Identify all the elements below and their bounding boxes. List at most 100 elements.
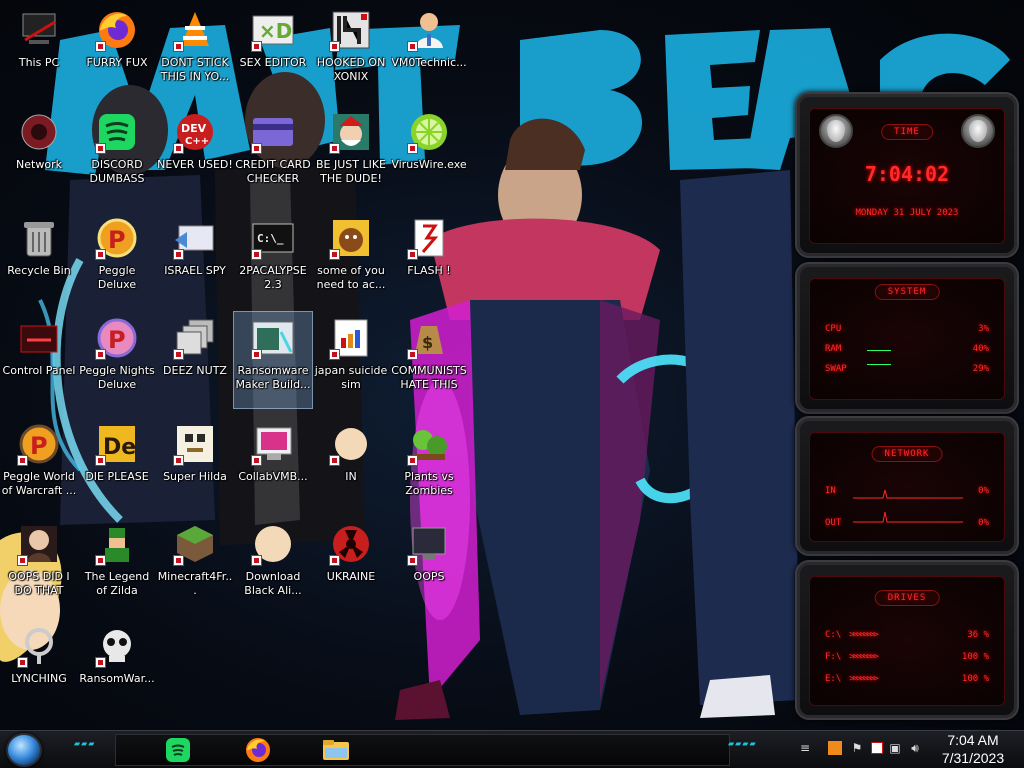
furry-fux-icon bbox=[95, 8, 139, 52]
shortcut-arrow-icon bbox=[407, 41, 418, 52]
desktop-icon-label: This PC bbox=[18, 56, 60, 69]
firefox-icon bbox=[246, 738, 270, 762]
svg-text:De: De bbox=[103, 435, 136, 460]
desktop-icon-oops[interactable]: OOPS bbox=[390, 518, 468, 614]
shortcut-arrow-icon bbox=[407, 249, 418, 260]
desktop-icon-label: HOOKED ON XONIX bbox=[316, 56, 386, 83]
desktop-icon-label: COMMUNISTS HATE THIS G... bbox=[391, 364, 467, 391]
desktop-icon-label: FLASH ! bbox=[407, 264, 451, 277]
shortcut-arrow-icon bbox=[17, 455, 28, 466]
desktop-icon-label: RansomWar... bbox=[79, 672, 155, 685]
desktop-icon-label: Plants vs Zombies bbox=[404, 470, 454, 497]
desktop-icon-control-panel[interactable]: Control Panel bbox=[0, 312, 78, 408]
desktop-icon-dont-stick[interactable]: DONT STICK THIS IN YO... bbox=[156, 4, 234, 100]
credit-card-icon bbox=[251, 110, 295, 154]
desktop-icon-peggle-world[interactable]: P Peggle World of Warcraft ... bbox=[0, 418, 78, 514]
desktop-icon-oops-did-i[interactable]: OOPS DID I DO THAT bbox=[0, 518, 78, 614]
desktop-icon-furry-fux[interactable]: FURRY FUX bbox=[78, 4, 156, 100]
desktop-icon-peggle-deluxe[interactable]: P Peggle Deluxe bbox=[78, 212, 156, 308]
taskbar-clock[interactable]: 7:04 AM 7/31/2023 bbox=[930, 731, 1016, 767]
drives-widget-title: DRIVES bbox=[874, 590, 940, 606]
start-button[interactable] bbox=[6, 733, 42, 767]
desktop-icon-peggle-nights[interactable]: P Peggle Nights Deluxe bbox=[78, 312, 156, 408]
desktop-icon-label: DISCORD DUMBASS bbox=[89, 158, 145, 185]
shortcut-arrow-icon bbox=[251, 455, 262, 466]
tray-volume-icon[interactable]: 🔊︎ bbox=[906, 739, 924, 757]
shortcut-arrow-icon bbox=[407, 555, 418, 566]
drive-e-row: E:\ >>>>>>>> 100 % bbox=[825, 674, 989, 684]
shortcut-arrow-icon bbox=[407, 349, 418, 360]
desktop-icon-network[interactable]: Network bbox=[0, 106, 78, 202]
desktop-icon-label: OOPS DID I DO THAT bbox=[8, 570, 70, 597]
svg-text:P: P bbox=[108, 326, 126, 354]
desktop-icon-japan-suicide[interactable]: japan suicide sim bbox=[312, 312, 390, 408]
desktop-icon-ransomware-maker[interactable]: Ransomware Maker Build... bbox=[233, 311, 313, 409]
desktop-icon-label: Minecraft4Fr... bbox=[157, 570, 233, 597]
recycle-bin-icon bbox=[17, 216, 61, 260]
network-widget: NETWORK IN 0% OUT 0% bbox=[795, 416, 1019, 556]
desktop-icon-ransomwar[interactable]: RansomWar... bbox=[78, 620, 156, 716]
desktop-icon-label: VM0Technic... bbox=[391, 56, 467, 69]
desktop-icon-this-pc[interactable]: This PC bbox=[0, 4, 78, 100]
desktop-icon-ukraine[interactable]: UKRAINE bbox=[312, 518, 390, 614]
desktop-icon-plants-vs-zombies[interactable]: Plants vs Zombies bbox=[390, 418, 468, 514]
tray-security-icon[interactable] bbox=[868, 739, 886, 757]
tray-app-icon[interactable] bbox=[826, 739, 844, 757]
desktop-icon-vm0technic[interactable]: VM0Technic... bbox=[390, 4, 468, 100]
drive-c-row: C:\ >>>>>>>> 36 % bbox=[825, 630, 989, 640]
desktop-icon-minecraft4fr[interactable]: Minecraft4Fr... bbox=[156, 518, 234, 614]
shortcut-arrow-icon bbox=[173, 349, 184, 360]
desktop-icon-communists[interactable]: $ COMMUNISTS HATE THIS G... bbox=[390, 312, 468, 408]
desktop-icon-label: DIE PLEASE bbox=[85, 470, 149, 483]
israel-spy-icon bbox=[173, 216, 217, 260]
desktop-icon-sex-editor[interactable]: ×D SEX EDITOR bbox=[234, 4, 312, 100]
discord-dumbass-icon bbox=[95, 110, 139, 154]
super-hilda-icon bbox=[173, 422, 217, 466]
desktop-icon-2pacalypse[interactable]: C:\_ 2PACALYPSE 2.3 bbox=[234, 212, 312, 308]
firefox-taskbar-button[interactable] bbox=[242, 735, 274, 765]
desktop-icon-be-just-like[interactable]: BE JUST LIKE THE DUDE! bbox=[312, 106, 390, 202]
swap-graph-line bbox=[867, 364, 891, 365]
taskbar: ▰▰▰ ▰▰▰▰ ≡ ⚑ ▣ 🔊︎ 7:04 AM 7/31/2023 bbox=[0, 730, 1024, 768]
desktop-icon-israel-spy[interactable]: ISRAEL SPY bbox=[156, 212, 234, 308]
legend-of-zilda-icon bbox=[95, 522, 139, 566]
desktop-icon-star-in[interactable]: IN bbox=[312, 418, 390, 514]
desktop-icon-credit-card[interactable]: CREDIT CARD CHECKER bbox=[234, 106, 312, 202]
tray-flag-icon[interactable]: ⚑ bbox=[848, 739, 866, 757]
desktop-icon-some-of-you[interactable]: some of you need to ac... bbox=[312, 212, 390, 308]
ukraine-icon bbox=[329, 522, 373, 566]
tray-network-icon[interactable]: ▣ bbox=[886, 739, 904, 757]
desktop-icon-collabvmb[interactable]: CollabVMB... bbox=[234, 418, 312, 514]
shortcut-arrow-icon bbox=[173, 41, 184, 52]
desktop-icon-deez-nutz[interactable]: DEEZ NUTZ bbox=[156, 312, 234, 408]
file-explorer-taskbar-button[interactable] bbox=[320, 735, 352, 765]
shortcut-arrow-icon bbox=[329, 455, 340, 466]
desktop-icon-never-used[interactable]: DEV C++ NEVER USED! bbox=[156, 106, 234, 202]
desktop-icon-download-black[interactable]: Download Black Ali... bbox=[234, 518, 312, 614]
vm0technic-icon bbox=[407, 8, 451, 52]
clock-date: 7/31/2023 bbox=[941, 750, 1005, 766]
desktop-icon-legend-of-zilda[interactable]: The Legend of Zilda bbox=[78, 518, 156, 614]
desktop-icon-hooked-on-xonix[interactable]: HOOKED ON XONIX bbox=[312, 4, 390, 100]
never-used-icon: DEV C++ bbox=[173, 110, 217, 154]
svg-text:C:\_: C:\_ bbox=[257, 232, 284, 245]
desktop-icon-lynching[interactable]: LYNCHING bbox=[0, 620, 78, 716]
shortcut-arrow-icon bbox=[95, 349, 106, 360]
desktop-icon-die-please[interactable]: De DIE PLEASE bbox=[78, 418, 156, 514]
desktop-icon-label: Peggle Deluxe bbox=[97, 264, 137, 291]
shortcut-arrow-icon bbox=[251, 555, 262, 566]
tray-overflow-icon[interactable]: ≡ bbox=[796, 739, 814, 757]
shortcut-arrow-icon bbox=[95, 41, 106, 52]
desktop-icon-flash[interactable]: FLASH ! bbox=[390, 212, 468, 308]
spotify-taskbar-button[interactable] bbox=[162, 735, 194, 765]
shortcut-arrow-icon bbox=[95, 455, 106, 466]
desktop-icon-recycle-bin[interactable]: Recycle Bin bbox=[0, 212, 78, 308]
desktop-icon-label: Peggle World of Warcraft ... bbox=[1, 470, 77, 497]
drive-f-row: F:\ >>>>>>>> 100 % bbox=[825, 652, 989, 662]
desktop-icon-discord-dumbass[interactable]: DISCORD DUMBASS bbox=[78, 106, 156, 202]
desktop-icon-label: IN bbox=[345, 470, 357, 483]
desktop-icon-viruswire[interactable]: VirusWire.exe bbox=[390, 106, 468, 202]
desktop-icon-super-hilda[interactable]: Super Hilda bbox=[156, 418, 234, 514]
svg-text:DEV: DEV bbox=[181, 122, 207, 135]
desktop-icon-label: some of you need to ac... bbox=[316, 264, 386, 291]
